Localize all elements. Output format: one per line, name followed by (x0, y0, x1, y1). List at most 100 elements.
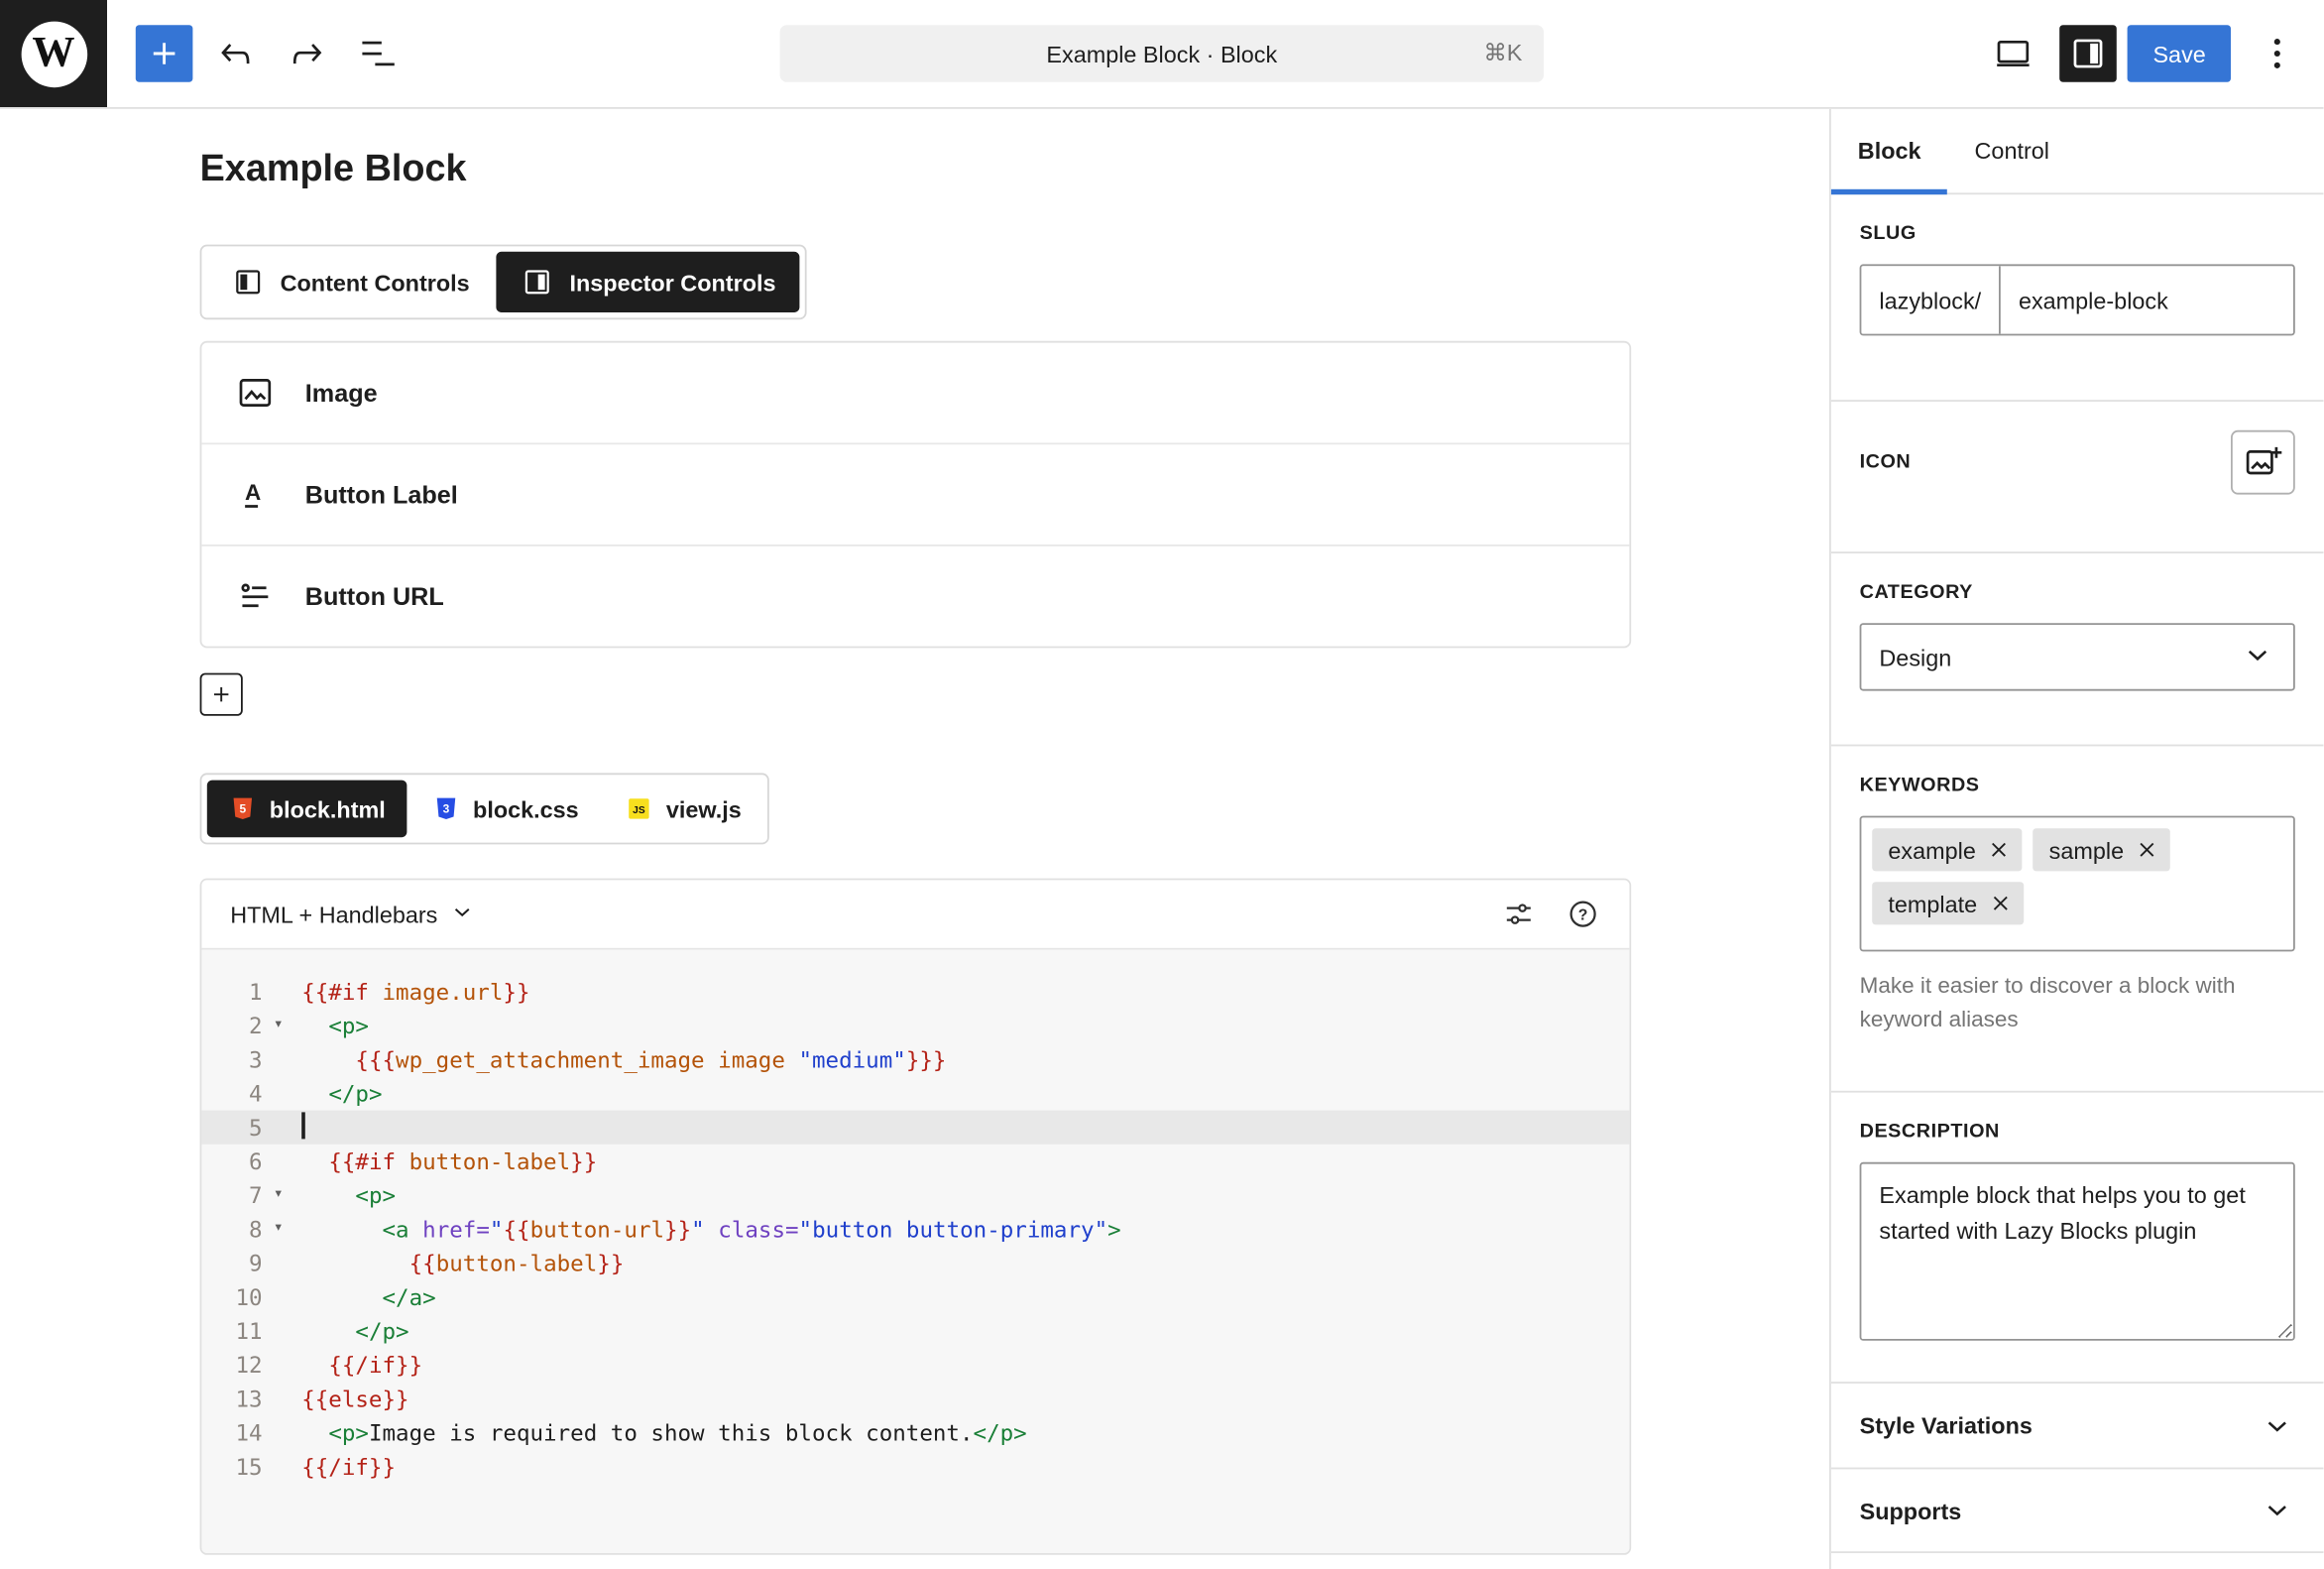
fold-marker[interactable]: ▾ (263, 1178, 294, 1212)
keywords-section: KEYWORDS examplesampletemplate Make it e… (1831, 745, 2324, 1062)
preview-button[interactable] (1978, 18, 2049, 89)
control-label: Button URL (305, 582, 444, 611)
code-area[interactable]: 1{{#if image.url}}2▾ <p>3 {{{wp_get_atta… (201, 950, 1629, 1553)
keywords-input[interactable]: examplesampletemplate (1860, 816, 2295, 952)
slug-label: SLUG (1860, 223, 2295, 246)
inserter-icon (143, 32, 185, 74)
file-tab-view-js[interactable]: JSview.js (604, 781, 762, 838)
code-token: "medium" (798, 1046, 905, 1073)
line-number: 9 (201, 1246, 262, 1279)
panel-style-variations[interactable]: Style Variations (1831, 1384, 2324, 1468)
code-token: " (490, 1216, 504, 1243)
tab-inspector-controls[interactable]: Inspector Controls (497, 252, 799, 312)
code-token: }} (597, 1250, 624, 1276)
code-line-content: {{button-label}} (294, 1246, 1629, 1279)
code-token: button-label (409, 1147, 571, 1174)
fold-marker (263, 1450, 294, 1484)
sidebar-toggle-button[interactable] (2060, 25, 2118, 82)
code-line-content: {{{wp_get_attachment_image image "medium… (294, 1042, 1629, 1076)
svg-text:A: A (245, 480, 261, 505)
control-item-image[interactable]: Image (201, 343, 1629, 443)
tab-content-controls[interactable]: Content Controls (207, 252, 493, 312)
file-tab-block-css[interactable]: 3block.css (410, 781, 600, 838)
save-button[interactable]: Save (2128, 25, 2231, 82)
help-icon[interactable]: ? (1566, 897, 1601, 932)
chevron-down-icon (2240, 637, 2275, 672)
code-line-content: <p>Image is required to show this block … (294, 1415, 1629, 1449)
code-token (301, 1352, 328, 1379)
undo-button[interactable] (200, 18, 272, 89)
panel-supports[interactable]: Supports (1831, 1468, 2324, 1552)
keyword-token: example (1872, 828, 2022, 871)
code-line: 15 {{/if}} (201, 1450, 1629, 1484)
redo-button[interactable] (272, 18, 343, 89)
fold-marker (263, 1076, 294, 1110)
html5-icon: 5 (228, 794, 257, 823)
control-item-button-url[interactable]: Button URL (201, 544, 1629, 647)
more-menu-button[interactable] (2242, 18, 2313, 89)
code-token: </p> (328, 1080, 382, 1107)
line-number: 8 (201, 1212, 262, 1246)
fold-marker (263, 1246, 294, 1279)
slug-input[interactable]: example-block (2001, 266, 2293, 333)
code-line: 13{{else}} (201, 1382, 1629, 1415)
code-line: 9 {{button-label}} (201, 1246, 1629, 1279)
code-line: 4 </p> (201, 1076, 1629, 1110)
category-select[interactable]: Design (1860, 623, 2295, 690)
command-shortcut: ⌘K (1483, 40, 1522, 68)
image-icon (234, 371, 277, 414)
line-number: 12 (201, 1348, 262, 1382)
editor-settings-icon[interactable] (1501, 897, 1537, 932)
code-token: </p> (355, 1317, 408, 1344)
sidebar-tab-block[interactable]: Block (1831, 109, 1948, 193)
content-controls-icon (230, 264, 266, 300)
icon-picker-button[interactable] (2231, 430, 2295, 495)
code-token: {{/if}} (328, 1352, 422, 1379)
code-token (301, 1080, 328, 1107)
line-number: 15 (201, 1450, 262, 1484)
remove-keyword-icon[interactable] (1986, 889, 2015, 917)
fold-marker (263, 975, 294, 1009)
chevron-down-icon (448, 898, 477, 926)
document-title: Example Block · Block (1046, 41, 1277, 67)
code-line-content: <p> (294, 1009, 1629, 1042)
add-control-button[interactable] (200, 673, 243, 716)
fold-marker[interactable]: ▾ (263, 1212, 294, 1246)
control-item-button-label[interactable]: AButton Label (201, 442, 1629, 544)
fold-marker (263, 1111, 294, 1145)
line-number: 2 (201, 1009, 262, 1042)
code-line: 8▾ <a href="{{button-url}}" class="butto… (201, 1212, 1629, 1246)
code-line-content: <p> (294, 1178, 1629, 1212)
language-select[interactable]: HTML + Handlebars (230, 898, 477, 931)
svg-text:5: 5 (239, 802, 246, 816)
remove-keyword-icon[interactable] (1985, 835, 2014, 864)
wordpress-logo[interactable]: W (0, 0, 107, 107)
settings-sidebar: BlockControl SLUG lazyblock/ example-blo… (1829, 109, 2324, 1569)
list-view-button[interactable] (343, 18, 414, 89)
file-tab-label: view.js (666, 795, 742, 822)
fold-marker (263, 1145, 294, 1178)
line-number: 6 (201, 1145, 262, 1178)
description-textarea[interactable]: Example block that helps you to get star… (1860, 1162, 2295, 1341)
chevron-down-icon (2260, 1407, 2295, 1443)
code-line-content: {{/if}} (294, 1450, 1629, 1484)
code-token (705, 1216, 719, 1243)
remove-keyword-icon[interactable] (2133, 835, 2161, 864)
fold-marker[interactable]: ▾ (263, 1009, 294, 1042)
close-icon (1987, 837, 2012, 862)
sidebar-tab-label: Block (1858, 138, 1921, 165)
code-token: }}} (906, 1046, 947, 1073)
panel-supports-ghost-kit[interactable]: Supports Ghost Kit (1831, 1551, 2324, 1569)
file-tab-label: block.css (473, 795, 579, 822)
code-token: }} (503, 978, 529, 1005)
line-number: 11 (201, 1314, 262, 1348)
code-token: <p> (328, 1013, 369, 1039)
document-overview-button[interactable]: Example Block · Block ⌘K (780, 25, 1544, 82)
sidebar-tab-control[interactable]: Control (1948, 109, 2076, 193)
file-tab-block-html[interactable]: 5block.html (207, 781, 407, 838)
block-title[interactable]: Example Block (200, 148, 1632, 190)
description-section: DESCRIPTION Example block that helps you… (1831, 1091, 2324, 1382)
undo-icon (214, 32, 257, 74)
code-token: > (1107, 1216, 1121, 1243)
inserter-button[interactable] (136, 25, 193, 82)
